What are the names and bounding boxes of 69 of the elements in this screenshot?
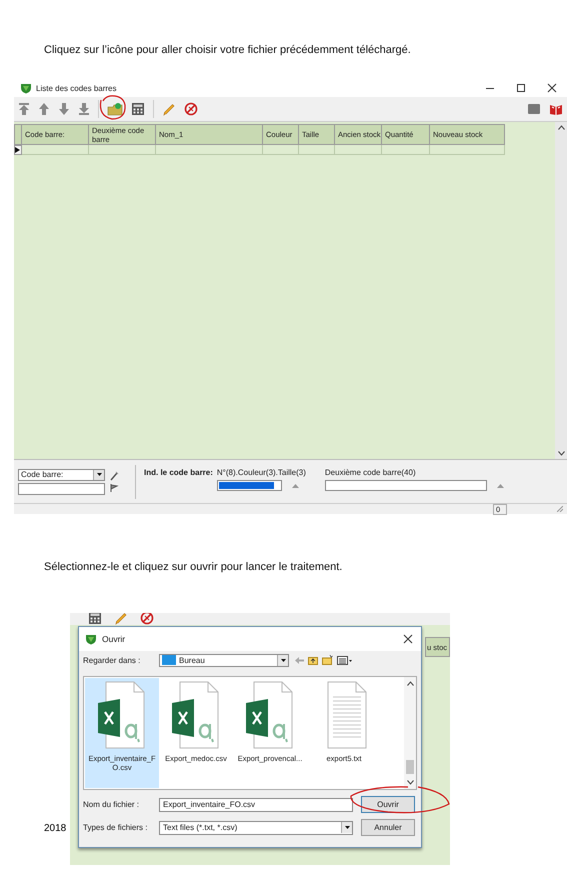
app-icon	[85, 633, 97, 645]
pencil-icon[interactable]	[162, 102, 176, 116]
close-icon[interactable]	[403, 634, 413, 644]
table-cell	[89, 145, 156, 155]
prohibited-icon[interactable]	[184, 102, 198, 116]
input-field[interactable]	[324, 480, 487, 491]
dropdown-caret-icon	[344, 826, 350, 829]
scroll-up-icon[interactable]	[558, 125, 564, 130]
file-name-field[interactable]: Export_inventaire_FO.csv	[159, 798, 353, 812]
field-label: N°(8).Couleur(3).Taille(3)	[216, 468, 306, 477]
dropdown-caret-icon	[96, 473, 102, 476]
window-title: Liste des codes barres	[36, 84, 116, 92]
scrollbar[interactable]	[555, 122, 567, 459]
view-menu-icon[interactable]	[337, 656, 352, 664]
instruction-text: Cliquez sur l’icône pour aller choisir votre fichier précédemment téléchargé.	[43, 43, 411, 57]
arrow-up-to-top-icon[interactable]	[18, 102, 30, 116]
open-button[interactable]: Ouvrir	[361, 796, 415, 813]
field-label: Regarder dans :	[83, 656, 142, 664]
table-cell	[22, 145, 89, 155]
arrow-down-to-bottom-icon[interactable]	[78, 102, 90, 116]
maximize-icon[interactable]	[516, 83, 526, 93]
up-folder-icon[interactable]	[308, 656, 318, 664]
desktop-icon	[162, 655, 176, 665]
table-cell	[335, 145, 382, 155]
resize-grip-icon	[557, 506, 563, 512]
dropdown-caret-icon	[280, 658, 286, 662]
table-cell	[299, 145, 335, 155]
book-icon[interactable]	[549, 102, 563, 116]
dialog-title: Ouvrir	[102, 634, 126, 644]
calculator-icon[interactable]	[88, 613, 102, 625]
dropdown-value: Bureau	[179, 656, 205, 664]
scroll-down-icon[interactable]	[558, 451, 564, 456]
scrollbar[interactable]	[404, 677, 416, 789]
location-dropdown[interactable]: Bureau	[159, 654, 289, 666]
spreadsheet-file-icon	[246, 681, 294, 749]
arrow-down-icon[interactable]	[58, 102, 70, 116]
cancel-button[interactable]: Annuler	[361, 819, 415, 836]
wand-icon[interactable]	[109, 470, 119, 480]
search-field-dropdown[interactable]: Code barre:	[18, 468, 105, 480]
scroll-up-icon[interactable]	[406, 681, 414, 686]
instruction-text: Sélectionnez-le et cliquez sur ouvrir pour lancer le traitement.	[43, 560, 342, 574]
field-value: Export_inventaire_FO.csv	[163, 800, 256, 809]
dropdown-value: Code barre:	[21, 470, 64, 479]
table-cell	[382, 145, 430, 155]
spreadsheet-file-icon	[98, 681, 146, 749]
dropdown-value: Text files (*.txt, *.csv)	[163, 823, 238, 832]
page-footer-text: 2018	[44, 823, 68, 834]
app-icon	[20, 82, 32, 94]
field-label: Types de fichiers :	[83, 823, 148, 832]
input-field[interactable]	[216, 480, 282, 491]
close-icon[interactable]	[547, 83, 557, 93]
arrow-up-icon[interactable]	[38, 102, 50, 116]
table-cell	[263, 145, 299, 155]
flag-icon[interactable]	[109, 482, 119, 492]
file-type-dropdown[interactable]: Text files (*.txt, *.csv)	[159, 820, 353, 834]
field-label: Deuxième code barre(40)	[324, 468, 417, 477]
field-label: Ind. le code barre:	[144, 468, 213, 477]
spin-up-icon[interactable]	[496, 484, 504, 488]
folder-icon[interactable]	[107, 102, 123, 116]
prohibited-icon[interactable]	[140, 613, 154, 625]
spreadsheet-file-icon	[172, 681, 220, 749]
spin-up-icon[interactable]	[292, 484, 299, 488]
field-label: Nom du fichier :	[83, 800, 140, 809]
new-folder-icon[interactable]	[322, 655, 333, 665]
square-icon[interactable]	[527, 102, 541, 116]
scroll-down-icon[interactable]	[406, 780, 414, 785]
scrollbar-thumb[interactable]	[406, 760, 414, 774]
calculator-icon[interactable]	[131, 102, 145, 116]
search-input-field[interactable]	[18, 482, 105, 494]
